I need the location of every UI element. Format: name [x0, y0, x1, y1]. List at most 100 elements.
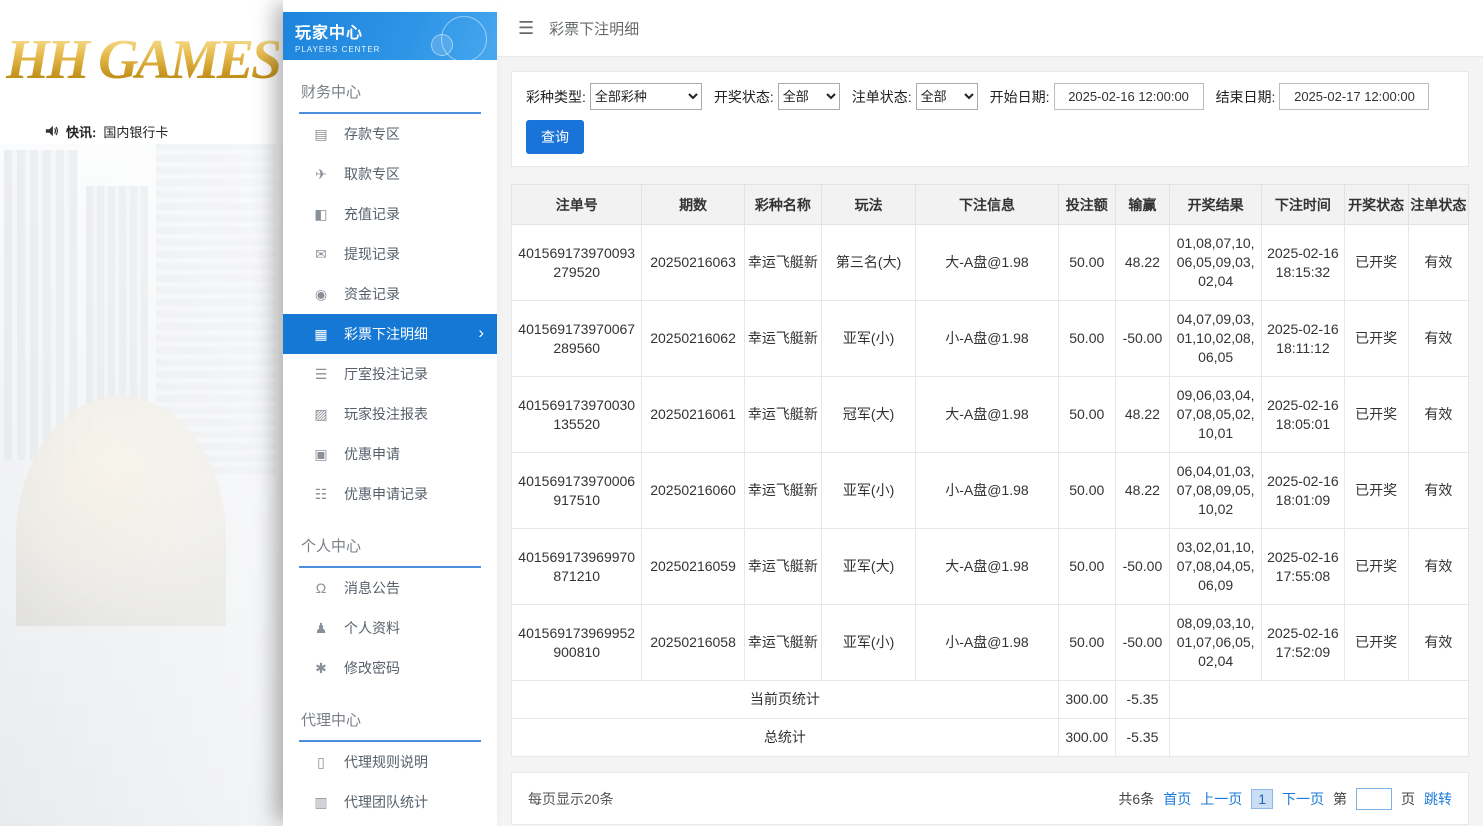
- cell: 大-A盘@1.98: [916, 225, 1058, 301]
- cell: 09,06,03,04,07,08,05,02,10,01: [1170, 377, 1262, 453]
- main-area: ☰ 彩票下注明细 彩种类型: 全部彩种 开奖状态: 全部 注单状态: 全部 开始…: [497, 0, 1483, 826]
- cell: 2025-02-16 18:05:01: [1262, 377, 1344, 453]
- start-date-input[interactable]: [1054, 83, 1204, 110]
- search-button[interactable]: 查询: [526, 120, 584, 154]
- cell: 401569173970006917510: [512, 453, 642, 529]
- table-row: 40156917396995290081020250216058幸运飞艇新亚军(…: [512, 605, 1469, 681]
- cell: 有效: [1408, 377, 1468, 453]
- end-date-input[interactable]: [1279, 83, 1429, 110]
- column-header: 输赢: [1115, 185, 1169, 225]
- summary-empty: [1170, 719, 1469, 757]
- column-header: 玩法: [821, 185, 915, 225]
- sidebar-item-label: 厅室投注记录: [344, 364, 428, 384]
- cell: 大-A盘@1.98: [916, 529, 1058, 605]
- order-status-select[interactable]: 全部: [916, 83, 978, 110]
- summary-empty: [1170, 681, 1469, 719]
- cell: 401569173969952900810: [512, 605, 642, 681]
- cell: 亚军(小): [821, 453, 915, 529]
- cell: 2025-02-16 18:11:12: [1262, 301, 1344, 377]
- user-icon: ♟: [313, 620, 329, 637]
- cell: 幸运飞艇新: [744, 529, 821, 605]
- goto-page-suffix: 页: [1401, 789, 1415, 809]
- withdrawal-record-icon: ✉: [313, 246, 329, 263]
- sidebar-item-withdrawal-record[interactable]: ✉提现记录: [283, 234, 497, 274]
- cell: 第三名(大): [821, 225, 915, 301]
- pagination-bar: 每页显示20条 共6条 首页 上一页 1 下一页 第 页 跳转: [511, 772, 1469, 825]
- sidebar-menu: 财务中心▤存款专区✈取款专区◧充值记录✉提现记录◉资金记录▦彩票下注明细›☰厅室…: [283, 72, 497, 822]
- table-row: 40156917396997087121020250216059幸运飞艇新亚军(…: [512, 529, 1469, 605]
- promo-apply-record-icon: ☷: [313, 486, 329, 503]
- sidebar-item-label: 存款专区: [344, 124, 400, 144]
- total-count-text: 共6条: [1118, 789, 1154, 809]
- summary-row: 总统计300.00-5.35: [512, 719, 1469, 757]
- cell: 401569173970093279520: [512, 225, 642, 301]
- cell: 20250216062: [642, 301, 744, 377]
- cell: 已开奖: [1344, 453, 1408, 529]
- sidebar-item-recharge-record[interactable]: ◧充值记录: [283, 194, 497, 234]
- sidebar-item-hall-bet-record[interactable]: ☰厅室投注记录: [283, 354, 497, 394]
- goto-page-button[interactable]: 跳转: [1424, 789, 1452, 809]
- sidebar-item-deposit[interactable]: ▤存款专区: [283, 114, 497, 154]
- cell: -50.00: [1115, 529, 1169, 605]
- sidebar-item-password[interactable]: ✱修改密码: [283, 648, 497, 688]
- sidebar-item-promo-apply-record[interactable]: ☷优惠申请记录: [283, 474, 497, 514]
- cell: 48.22: [1115, 225, 1169, 301]
- sidebar-item-user[interactable]: ♟个人资料: [283, 608, 497, 648]
- table-row: 40156917397003013552020250216061幸运飞艇新冠军(…: [512, 377, 1469, 453]
- summary-row: 当前页统计300.00-5.35: [512, 681, 1469, 719]
- cell: 2025-02-16 18:01:09: [1262, 453, 1344, 529]
- sidebar-item-label: 玩家投注报表: [344, 404, 428, 424]
- sidebar-item-funds-record[interactable]: ◉资金记录: [283, 274, 497, 314]
- table-header-row: 注单号期数彩种名称玩法下注信息投注额输赢开奖结果下注时间开奖状态注单状态: [512, 185, 1469, 225]
- sidebar-item-bell[interactable]: Ω消息公告: [283, 568, 497, 608]
- summary-winloss-total: -5.35: [1115, 681, 1169, 719]
- prev-page-link[interactable]: 上一页: [1200, 789, 1242, 809]
- news-ticker: 快讯: 国内银行卡: [0, 118, 285, 144]
- cell: 20250216059: [642, 529, 744, 605]
- column-header: 开奖状态: [1344, 185, 1408, 225]
- cell: 50.00: [1058, 605, 1115, 681]
- cell: 50.00: [1058, 301, 1115, 377]
- sidebar-section-title: 财务中心: [299, 72, 481, 114]
- sidebar-item-lottery-bet-details[interactable]: ▦彩票下注明细›: [283, 314, 497, 354]
- cell: -50.00: [1115, 301, 1169, 377]
- table-row: 40156917397009327952020250216063幸运飞艇新第三名…: [512, 225, 1469, 301]
- site-logo[interactable]: HH GAMES: [6, 28, 279, 92]
- column-header: 彩种名称: [744, 185, 821, 225]
- cell: 幸运飞艇新: [744, 377, 821, 453]
- cell: 401569173970030135520: [512, 377, 642, 453]
- current-page-indicator[interactable]: 1: [1251, 789, 1273, 809]
- goto-page-prefix: 第: [1333, 789, 1347, 809]
- sidebar-item-agent-team-stats[interactable]: ▥ 代理团队统计: [283, 782, 497, 822]
- first-page-link[interactable]: 首页: [1163, 789, 1191, 809]
- hamburger-menu-icon[interactable]: ☰: [518, 18, 534, 39]
- cell: 小-A盘@1.98: [916, 605, 1058, 681]
- sidebar-item-label: 充值记录: [344, 204, 400, 224]
- draw-status-select[interactable]: 全部: [778, 83, 840, 110]
- page-title: 彩票下注明细: [549, 18, 639, 39]
- cell: 小-A盘@1.98: [916, 453, 1058, 529]
- agent-team-stats-icon: ▥: [313, 794, 329, 811]
- cell: 2025-02-16 17:52:09: [1262, 605, 1344, 681]
- cell: 有效: [1408, 605, 1468, 681]
- globe-decoration-icon: [431, 34, 453, 56]
- cell: 20250216058: [642, 605, 744, 681]
- sidebar-item-agent-rules[interactable]: ▯代理规则说明: [283, 742, 497, 782]
- draw-status-label: 开奖状态:: [714, 87, 774, 107]
- sidebar-section-title: 代理中心: [299, 700, 481, 742]
- goto-page-input[interactable]: [1356, 788, 1392, 810]
- next-page-link[interactable]: 下一页: [1282, 789, 1324, 809]
- cell: 已开奖: [1344, 529, 1408, 605]
- site-header: HH GAMES: [0, 0, 285, 118]
- sidebar-item-label: 修改密码: [344, 658, 400, 678]
- sidebar-item-withdraw[interactable]: ✈取款专区: [283, 154, 497, 194]
- lottery-type-select[interactable]: 全部彩种: [590, 83, 702, 110]
- column-header: 下注信息: [916, 185, 1058, 225]
- sidebar-item-label: 代理团队统计: [344, 792, 428, 812]
- sidebar-item-player-bet-report[interactable]: ▨玩家投注报表: [283, 394, 497, 434]
- sidebar-item-promo-apply[interactable]: ▣优惠申请: [283, 434, 497, 474]
- content: 彩种类型: 全部彩种 开奖状态: 全部 注单状态: 全部 开始日期: 结束日期:…: [497, 57, 1483, 825]
- cell: 50.00: [1058, 225, 1115, 301]
- sidebar-header: 玩家中心 PLAYERS CENTER: [283, 12, 497, 60]
- sidebar-item-label: 代理规则说明: [344, 752, 428, 772]
